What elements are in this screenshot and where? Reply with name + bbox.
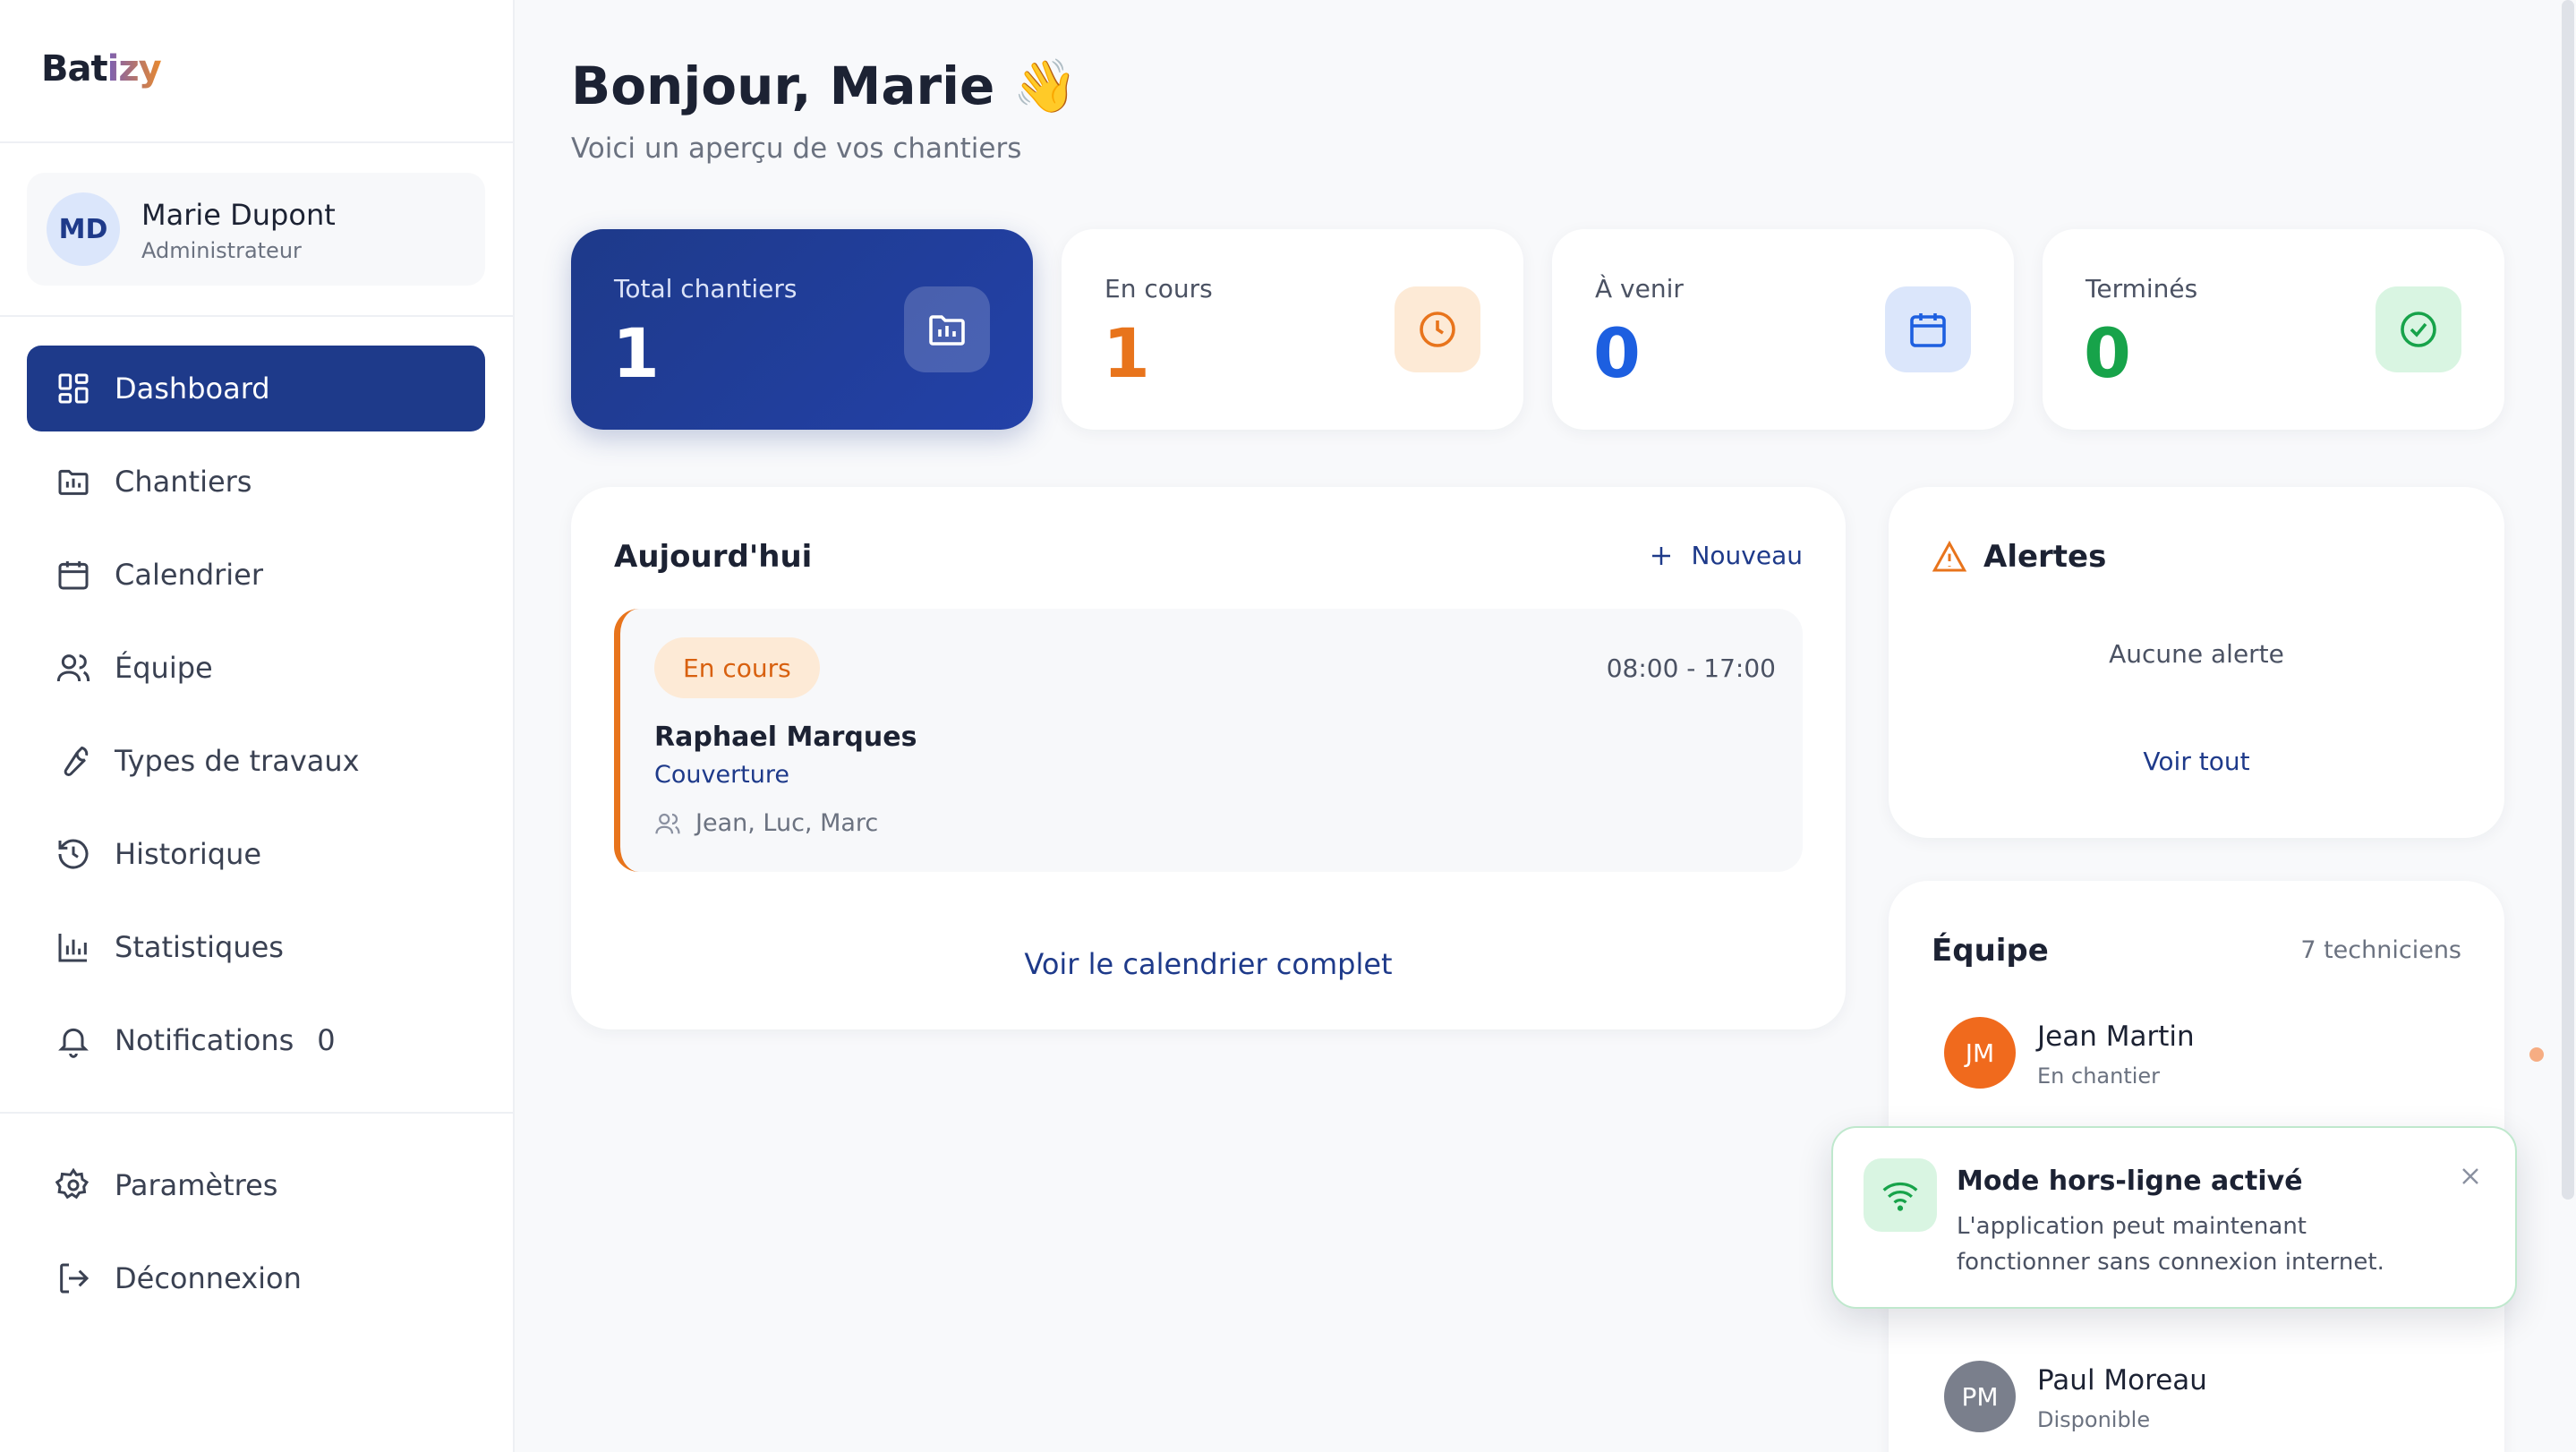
- gear-icon: [55, 1167, 91, 1203]
- alerts-header: Alertes: [1932, 539, 2106, 575]
- stat-card-total[interactable]: Total chantiers 1: [571, 229, 1033, 430]
- warning-icon: [1932, 540, 1967, 572]
- sidebar-item-label: Calendrier: [115, 558, 264, 592]
- notification-count: 0: [317, 1023, 336, 1057]
- page-subtitle: Voici un aperçu de vos chantiers: [571, 132, 1022, 165]
- bell-icon: [55, 1022, 91, 1058]
- logo-prefix: Bat: [41, 48, 108, 90]
- sidebar-item-notifications[interactable]: Notifications 0: [27, 997, 485, 1083]
- stat-label: À venir: [1595, 274, 1684, 303]
- bar-chart-icon: [55, 929, 91, 965]
- stat-card-a-venir[interactable]: À venir 0: [1552, 229, 2014, 430]
- sidebar-item-statistiques[interactable]: Statistiques: [27, 904, 485, 990]
- sidebar-item-parametres[interactable]: Paramètres: [27, 1142, 485, 1228]
- grid-icon: [55, 371, 91, 406]
- stat-label: En cours: [1105, 274, 1213, 303]
- see-all-alerts-link[interactable]: Voir tout: [1889, 747, 2504, 776]
- sidebar-item-deconnexion[interactable]: Déconnexion: [27, 1235, 485, 1321]
- event-team: Jean, Luc, Marc: [654, 809, 878, 837]
- sidebar-item-label: Équipe: [115, 651, 213, 685]
- logo-accent: izy: [107, 48, 162, 90]
- user-role: Administrateur: [141, 238, 302, 263]
- calendar-icon: [1885, 286, 1971, 372]
- stat-value: 0: [2084, 313, 2131, 393]
- history-icon: [55, 836, 91, 872]
- status-dot: [2529, 1047, 2544, 1062]
- app-logo[interactable]: Batizy: [41, 48, 162, 90]
- member-status: En chantier: [2037, 1063, 2161, 1089]
- divider: [0, 141, 515, 143]
- user-name: Marie Dupont: [141, 198, 336, 232]
- logout-icon: [55, 1260, 91, 1296]
- avatar: MD: [47, 192, 120, 266]
- stat-card-en-cours[interactable]: En cours 1: [1062, 229, 1523, 430]
- page-title: Bonjour, Marie 👋: [571, 56, 1078, 116]
- alerts-card: Alertes Aucune alerte Voir tout: [1889, 487, 2504, 838]
- stat-value: 0: [1593, 313, 1641, 393]
- sidebar-item-historique[interactable]: Historique: [27, 811, 485, 897]
- sidebar-item-chantiers[interactable]: Chantiers: [27, 439, 485, 525]
- calendar-icon: [55, 557, 91, 593]
- stat-card-termines[interactable]: Terminés 0: [2043, 229, 2504, 430]
- stat-label: Total chantiers: [614, 274, 798, 303]
- user-card[interactable]: MD Marie Dupont Administrateur: [27, 173, 485, 286]
- sidebar-item-dashboard[interactable]: Dashboard: [27, 346, 485, 431]
- folder-icon: [55, 464, 91, 500]
- offline-toast: Mode hors-ligne activé L'application peu…: [1831, 1126, 2517, 1309]
- status-badge: En cours: [654, 637, 820, 698]
- today-card: Aujourd'hui Nouveau En cours 08:00 - 17:…: [571, 487, 1846, 1029]
- clock-icon: [1395, 286, 1480, 372]
- sidebar-item-calendrier[interactable]: Calendrier: [27, 532, 485, 618]
- event-time: 08:00 - 17:00: [1606, 653, 1776, 683]
- event-type: Couverture: [654, 761, 789, 789]
- alerts-title: Alertes: [1983, 539, 2107, 575]
- sidebar-item-label: Notifications: [115, 1023, 294, 1057]
- check-circle-icon: [2376, 286, 2461, 372]
- toast-title: Mode hors-ligne activé: [1957, 1166, 2303, 1197]
- avatar: JM: [1944, 1017, 2016, 1089]
- team-member[interactable]: JM Jean Martin En chantier: [1944, 1017, 2544, 1092]
- stat-value: 1: [1103, 313, 1150, 393]
- alerts-empty-text: Aucune alerte: [2109, 639, 2284, 669]
- new-event-button[interactable]: Nouveau: [1648, 541, 1803, 570]
- sidebar-item-equipe[interactable]: Équipe: [27, 625, 485, 711]
- sidebar-item-label: Déconnexion: [115, 1261, 302, 1295]
- member-status: Disponible: [2037, 1407, 2151, 1432]
- team-member[interactable]: PM Paul Moreau Disponible: [1944, 1361, 2481, 1436]
- event-team-names: Jean, Luc, Marc: [695, 809, 879, 837]
- member-name: Paul Moreau: [2037, 1364, 2207, 1396]
- divider: [0, 1112, 515, 1114]
- wifi-icon: [1864, 1158, 1937, 1232]
- sidebar-item-label: Historique: [115, 837, 262, 871]
- event-client: Raphael Marques: [654, 722, 917, 753]
- avatar: PM: [1944, 1361, 2016, 1432]
- sidebar: Batizy MD Marie Dupont Administrateur Da…: [0, 0, 515, 1452]
- sidebar-item-label: Statistiques: [115, 930, 284, 964]
- new-event-label: Nouveau: [1691, 541, 1803, 570]
- wrench-icon: [55, 743, 91, 779]
- users-icon: [655, 813, 680, 833]
- event-item[interactable]: En cours 08:00 - 17:00 Raphael Marques C…: [614, 609, 1803, 872]
- sidebar-item-label: Paramètres: [115, 1168, 278, 1202]
- toast-message: L'application peut maintenant fonctionne…: [1957, 1213, 2384, 1276]
- sidebar-item-label: Chantiers: [115, 465, 252, 499]
- users-icon: [55, 650, 91, 686]
- sidebar-item-types-de-travaux[interactable]: Types de travaux: [27, 718, 485, 804]
- scrollbar[interactable]: [2562, 0, 2574, 1200]
- close-icon[interactable]: [2456, 1162, 2485, 1191]
- plus-icon: [1652, 546, 1671, 565]
- stat-value: 1: [612, 313, 660, 393]
- full-calendar-link[interactable]: Voir le calendrier complet: [571, 947, 1846, 981]
- team-title: Équipe: [1932, 933, 2049, 969]
- folder-icon: [904, 286, 990, 372]
- sidebar-item-label: Types de travaux: [115, 744, 360, 778]
- today-title: Aujourd'hui: [614, 539, 813, 575]
- team-count: 7 techniciens: [2300, 936, 2461, 964]
- divider: [0, 315, 515, 317]
- sidebar-item-label: Dashboard: [115, 372, 270, 406]
- stat-label: Terminés: [2086, 274, 2198, 303]
- member-name: Jean Martin: [2037, 1021, 2195, 1053]
